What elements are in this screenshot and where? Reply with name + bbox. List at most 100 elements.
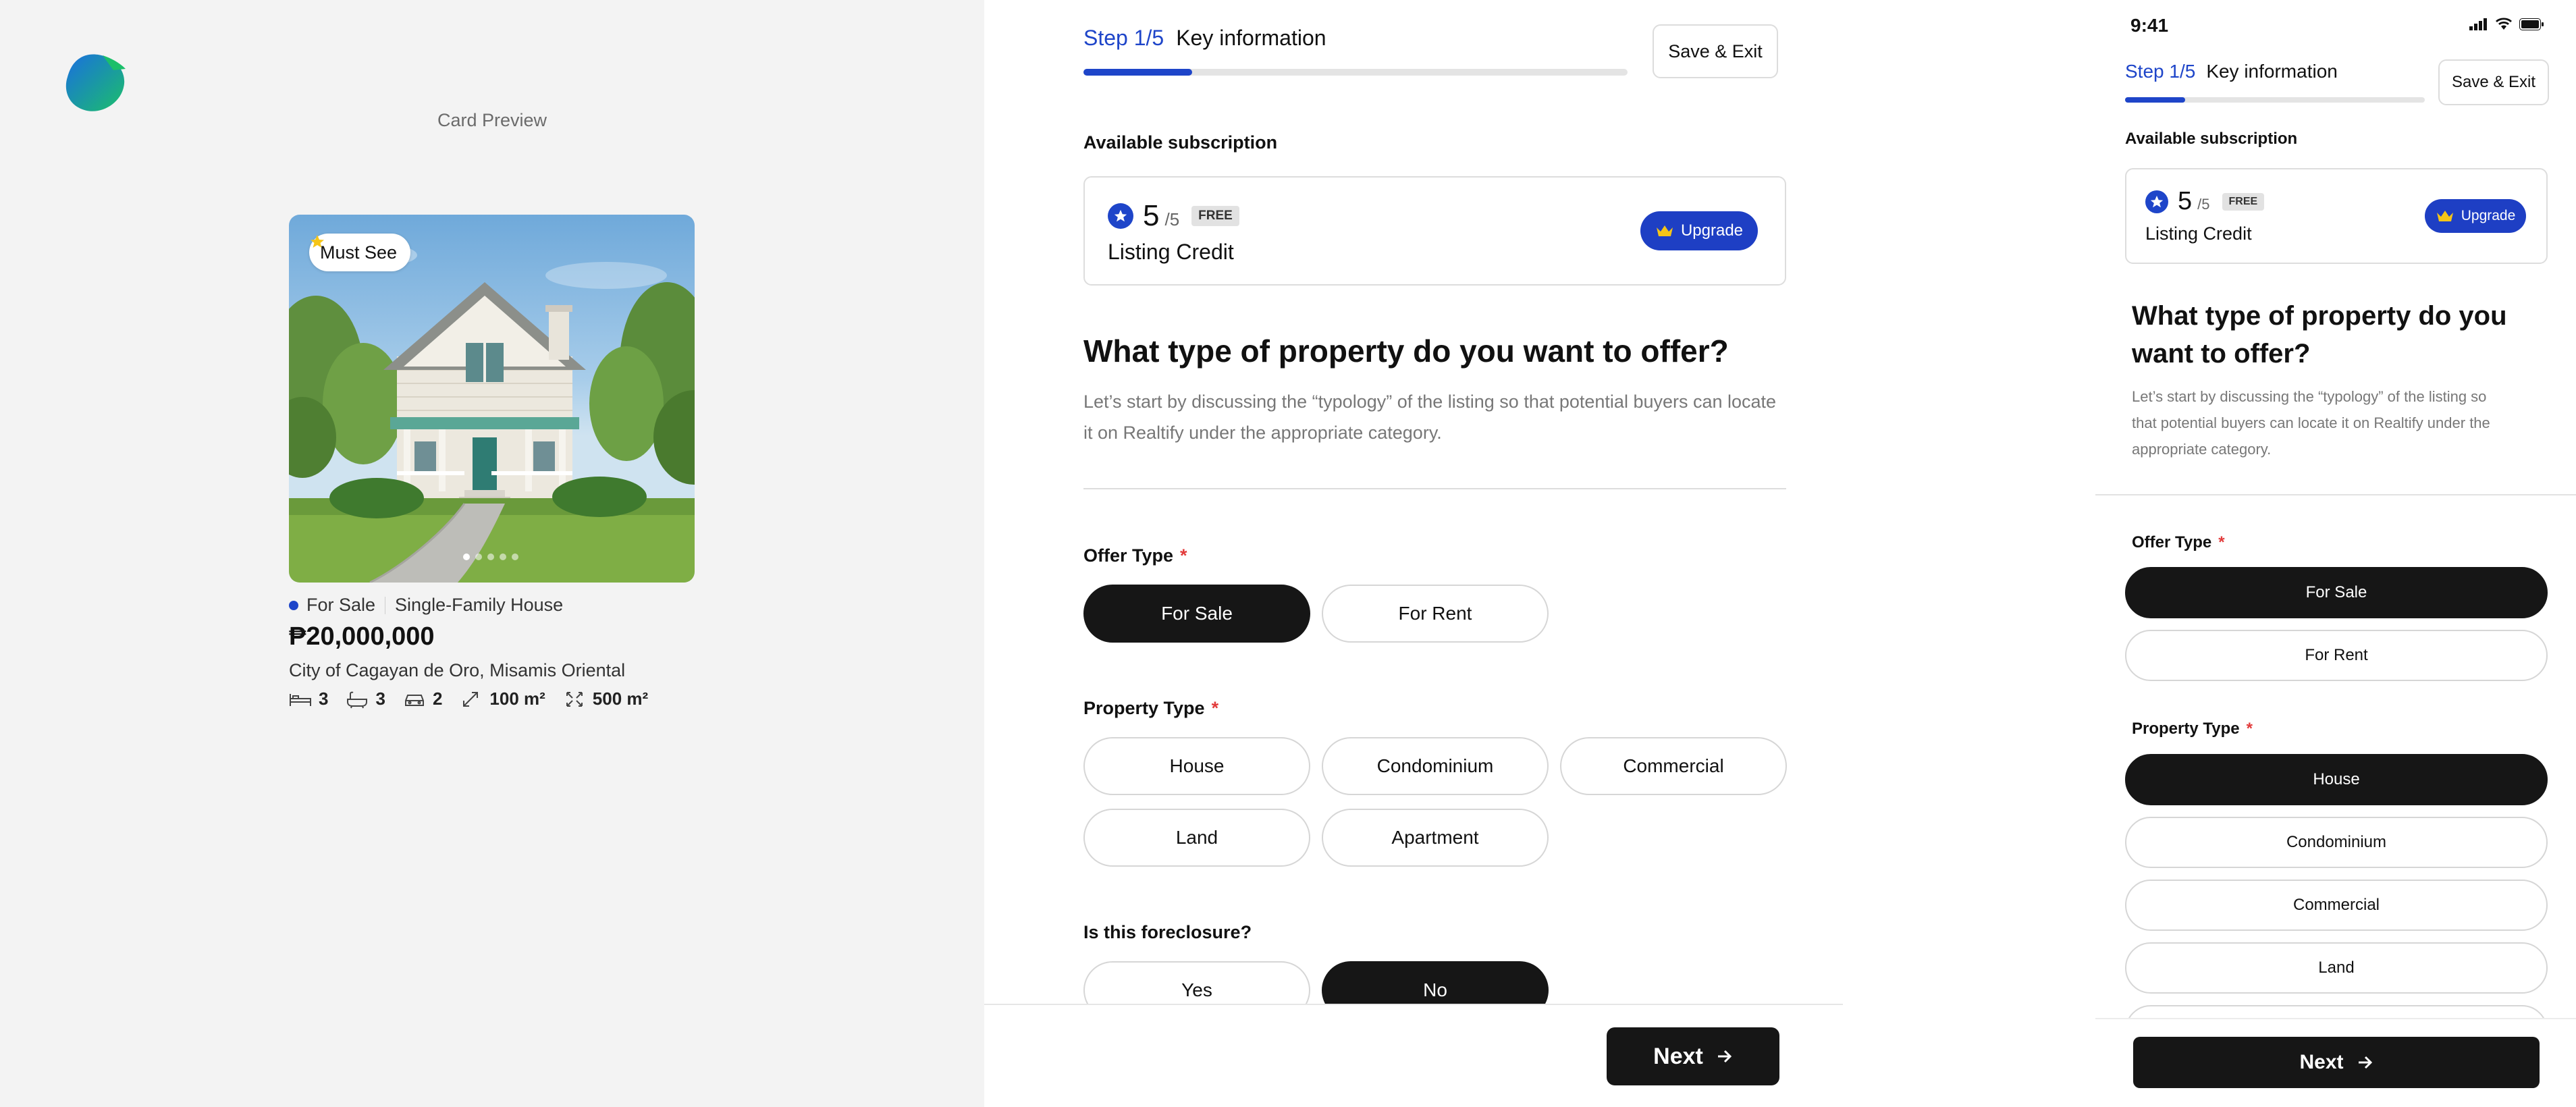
mobile-next-button[interactable]: Next: [2133, 1037, 2540, 1088]
listing-specs: 3 3 2 100 m² 500 m²: [289, 688, 648, 709]
spec-bathrooms: 3: [346, 688, 385, 709]
mobile-property-type-label: Property Type *: [2132, 720, 2253, 738]
step-indicator: Step 1/5 Key information: [1083, 26, 1326, 51]
step-number: Step 1/5: [1083, 26, 1164, 50]
battery-icon: [2519, 18, 2544, 30]
upgrade-button[interactable]: Upgrade: [1640, 211, 1758, 250]
next-label: Next: [1653, 1043, 1703, 1069]
mobile-save-exit-button[interactable]: Save & Exit: [2438, 59, 2549, 105]
mobile-subscription-heading: Available subscription: [2125, 130, 2298, 148]
foreclosure-label: Is this foreclosure?: [1083, 922, 1252, 942]
next-button[interactable]: Next: [1607, 1027, 1779, 1085]
property-type-label-text: Property Type: [2132, 720, 2240, 738]
photo-carousel-dots[interactable]: [463, 554, 518, 560]
property-type-label-text: Property Type: [1083, 698, 1205, 718]
mobile-step-progress-fill: [2125, 97, 2185, 103]
credit-count: 5: [1143, 199, 1160, 232]
star-icon: [311, 235, 324, 248]
step-progress-bar: [1083, 69, 1628, 76]
subscription-card: 5 /5 FREE Listing Credit Upgrade: [1083, 176, 1786, 286]
mobile-offer-type-for-rent[interactable]: For Rent: [2125, 630, 2548, 681]
bed-icon: [290, 693, 311, 706]
card-preview-label: Card Preview: [437, 110, 547, 130]
bathrooms-value: 3: [375, 688, 385, 709]
star-badge-icon: [1108, 203, 1133, 229]
spec-bedrooms: 3: [289, 688, 328, 709]
listing-property-type: Single-Family House: [395, 595, 564, 615]
mobile-property-type-commercial[interactable]: Commercial: [2125, 880, 2548, 931]
subscription-heading: Available subscription: [1083, 132, 1278, 153]
question-line: What type of property do you: [2132, 301, 2507, 331]
upgrade-label: Upgrade: [1680, 221, 1744, 240]
required-asterisk: *: [2218, 533, 2225, 551]
card-preview-panel: Card Preview Must See For Sale Single-Fa…: [0, 0, 984, 1107]
property-type-apartment[interactable]: Apartment: [1322, 809, 1549, 867]
spec-parking: 2: [403, 688, 442, 709]
required-asterisk: *: [1211, 698, 1219, 718]
must-see-label: Must See: [320, 242, 398, 263]
listing-status: For Sale: [306, 595, 376, 615]
spec-floor-area: 100 m²: [460, 688, 545, 709]
car-icon: [404, 694, 424, 706]
description-line: it on Realtify under the appropriate cat…: [1083, 423, 1442, 443]
card-meta-row: For Sale Single-Family House: [289, 595, 563, 616]
wifi-icon: [2496, 18, 2512, 30]
mobile-step-title: Key information: [2206, 61, 2338, 82]
offer-type-for-sale[interactable]: For Sale: [1083, 585, 1310, 643]
carousel-dot[interactable]: [487, 554, 494, 560]
mobile-next-label: Next: [2299, 1051, 2344, 1073]
section-divider: [1083, 488, 1786, 489]
mobile-upgrade-label: Upgrade: [2461, 208, 2516, 223]
question-line: want to offer?: [2132, 339, 2311, 369]
listing-credit-label: Listing Credit: [1108, 240, 1234, 264]
mobile-subscription-card: 5 /5 FREE Listing Credit Upgrade: [2125, 168, 2548, 264]
status-bar-icons: [2469, 18, 2544, 31]
step-title: Key information: [1176, 26, 1326, 50]
property-type-land[interactable]: Land: [1083, 809, 1310, 867]
arrow-right-icon: [1717, 1050, 1732, 1063]
description-line: that potential buyers can locate it on R…: [2132, 414, 2490, 431]
offer-type-label-text: Offer Type: [2132, 533, 2212, 551]
carousel-dot[interactable]: [500, 554, 506, 560]
status-bar-time: 9:41: [2130, 15, 2169, 36]
mobile-offer-type-for-sale[interactable]: For Sale: [2125, 567, 2548, 618]
required-asterisk: *: [1180, 545, 1187, 566]
floor-area-icon: [463, 691, 479, 707]
lot-area-value: 500 m²: [592, 688, 649, 709]
desktop-listing-form: Step 1/5 Key information Save & Exit Ava…: [984, 0, 1843, 1107]
description-line: Let’s start by discussing the “typology”…: [1083, 392, 1777, 412]
app-logo-icon: [65, 54, 126, 111]
lot-area-icon: [566, 691, 583, 707]
property-photo[interactable]: Must See: [289, 215, 695, 583]
offer-type-label: Offer Type *: [1083, 545, 1187, 566]
mobile-credit-summary: 5 /5 FREE: [2145, 187, 2265, 216]
description-line: Let’s start by discussing the “typology”…: [2132, 388, 2487, 405]
property-type-house[interactable]: House: [1083, 737, 1310, 795]
mobile-property-type-house[interactable]: House: [2125, 754, 2548, 805]
mobile-form-footer: Next: [2095, 1018, 2576, 1107]
mobile-question-description: Let’s start by discussing the “typology”…: [2132, 383, 2544, 462]
listing-location: City of Cagayan de Oro, Misamis Oriental: [289, 660, 626, 680]
mobile-property-type-land[interactable]: Land: [2125, 942, 2548, 994]
question-heading: What type of property do you want to off…: [1083, 333, 1729, 369]
mobile-property-type-condominium[interactable]: Condominium: [2125, 817, 2548, 868]
mobile-step-number: Step 1/5: [2125, 61, 2196, 82]
offer-type-for-rent[interactable]: For Rent: [1322, 585, 1549, 643]
bedrooms-value: 3: [319, 688, 329, 709]
mobile-listing-form: 9:41 Step 1/5 Key information Save & Exi…: [2095, 0, 2576, 1107]
property-type-commercial[interactable]: Commercial: [1560, 737, 1787, 795]
save-exit-button[interactable]: Save & Exit: [1653, 24, 1778, 78]
free-tag: FREE: [1191, 206, 1239, 226]
carousel-dot[interactable]: [512, 554, 518, 560]
mobile-upgrade-button[interactable]: Upgrade: [2425, 199, 2526, 233]
property-type-condominium[interactable]: Condominium: [1322, 737, 1549, 795]
listing-price: ₱20,000,000: [289, 622, 435, 651]
step-progress-fill: [1083, 69, 1193, 76]
carousel-dot[interactable]: [463, 554, 470, 560]
arrow-right-icon: [2358, 1056, 2372, 1069]
parking-value: 2: [432, 688, 443, 709]
star-badge-icon: [2145, 190, 2168, 213]
mobile-credit-count: 5: [2178, 187, 2193, 215]
carousel-dot[interactable]: [475, 554, 482, 560]
required-asterisk: *: [2246, 720, 2253, 738]
